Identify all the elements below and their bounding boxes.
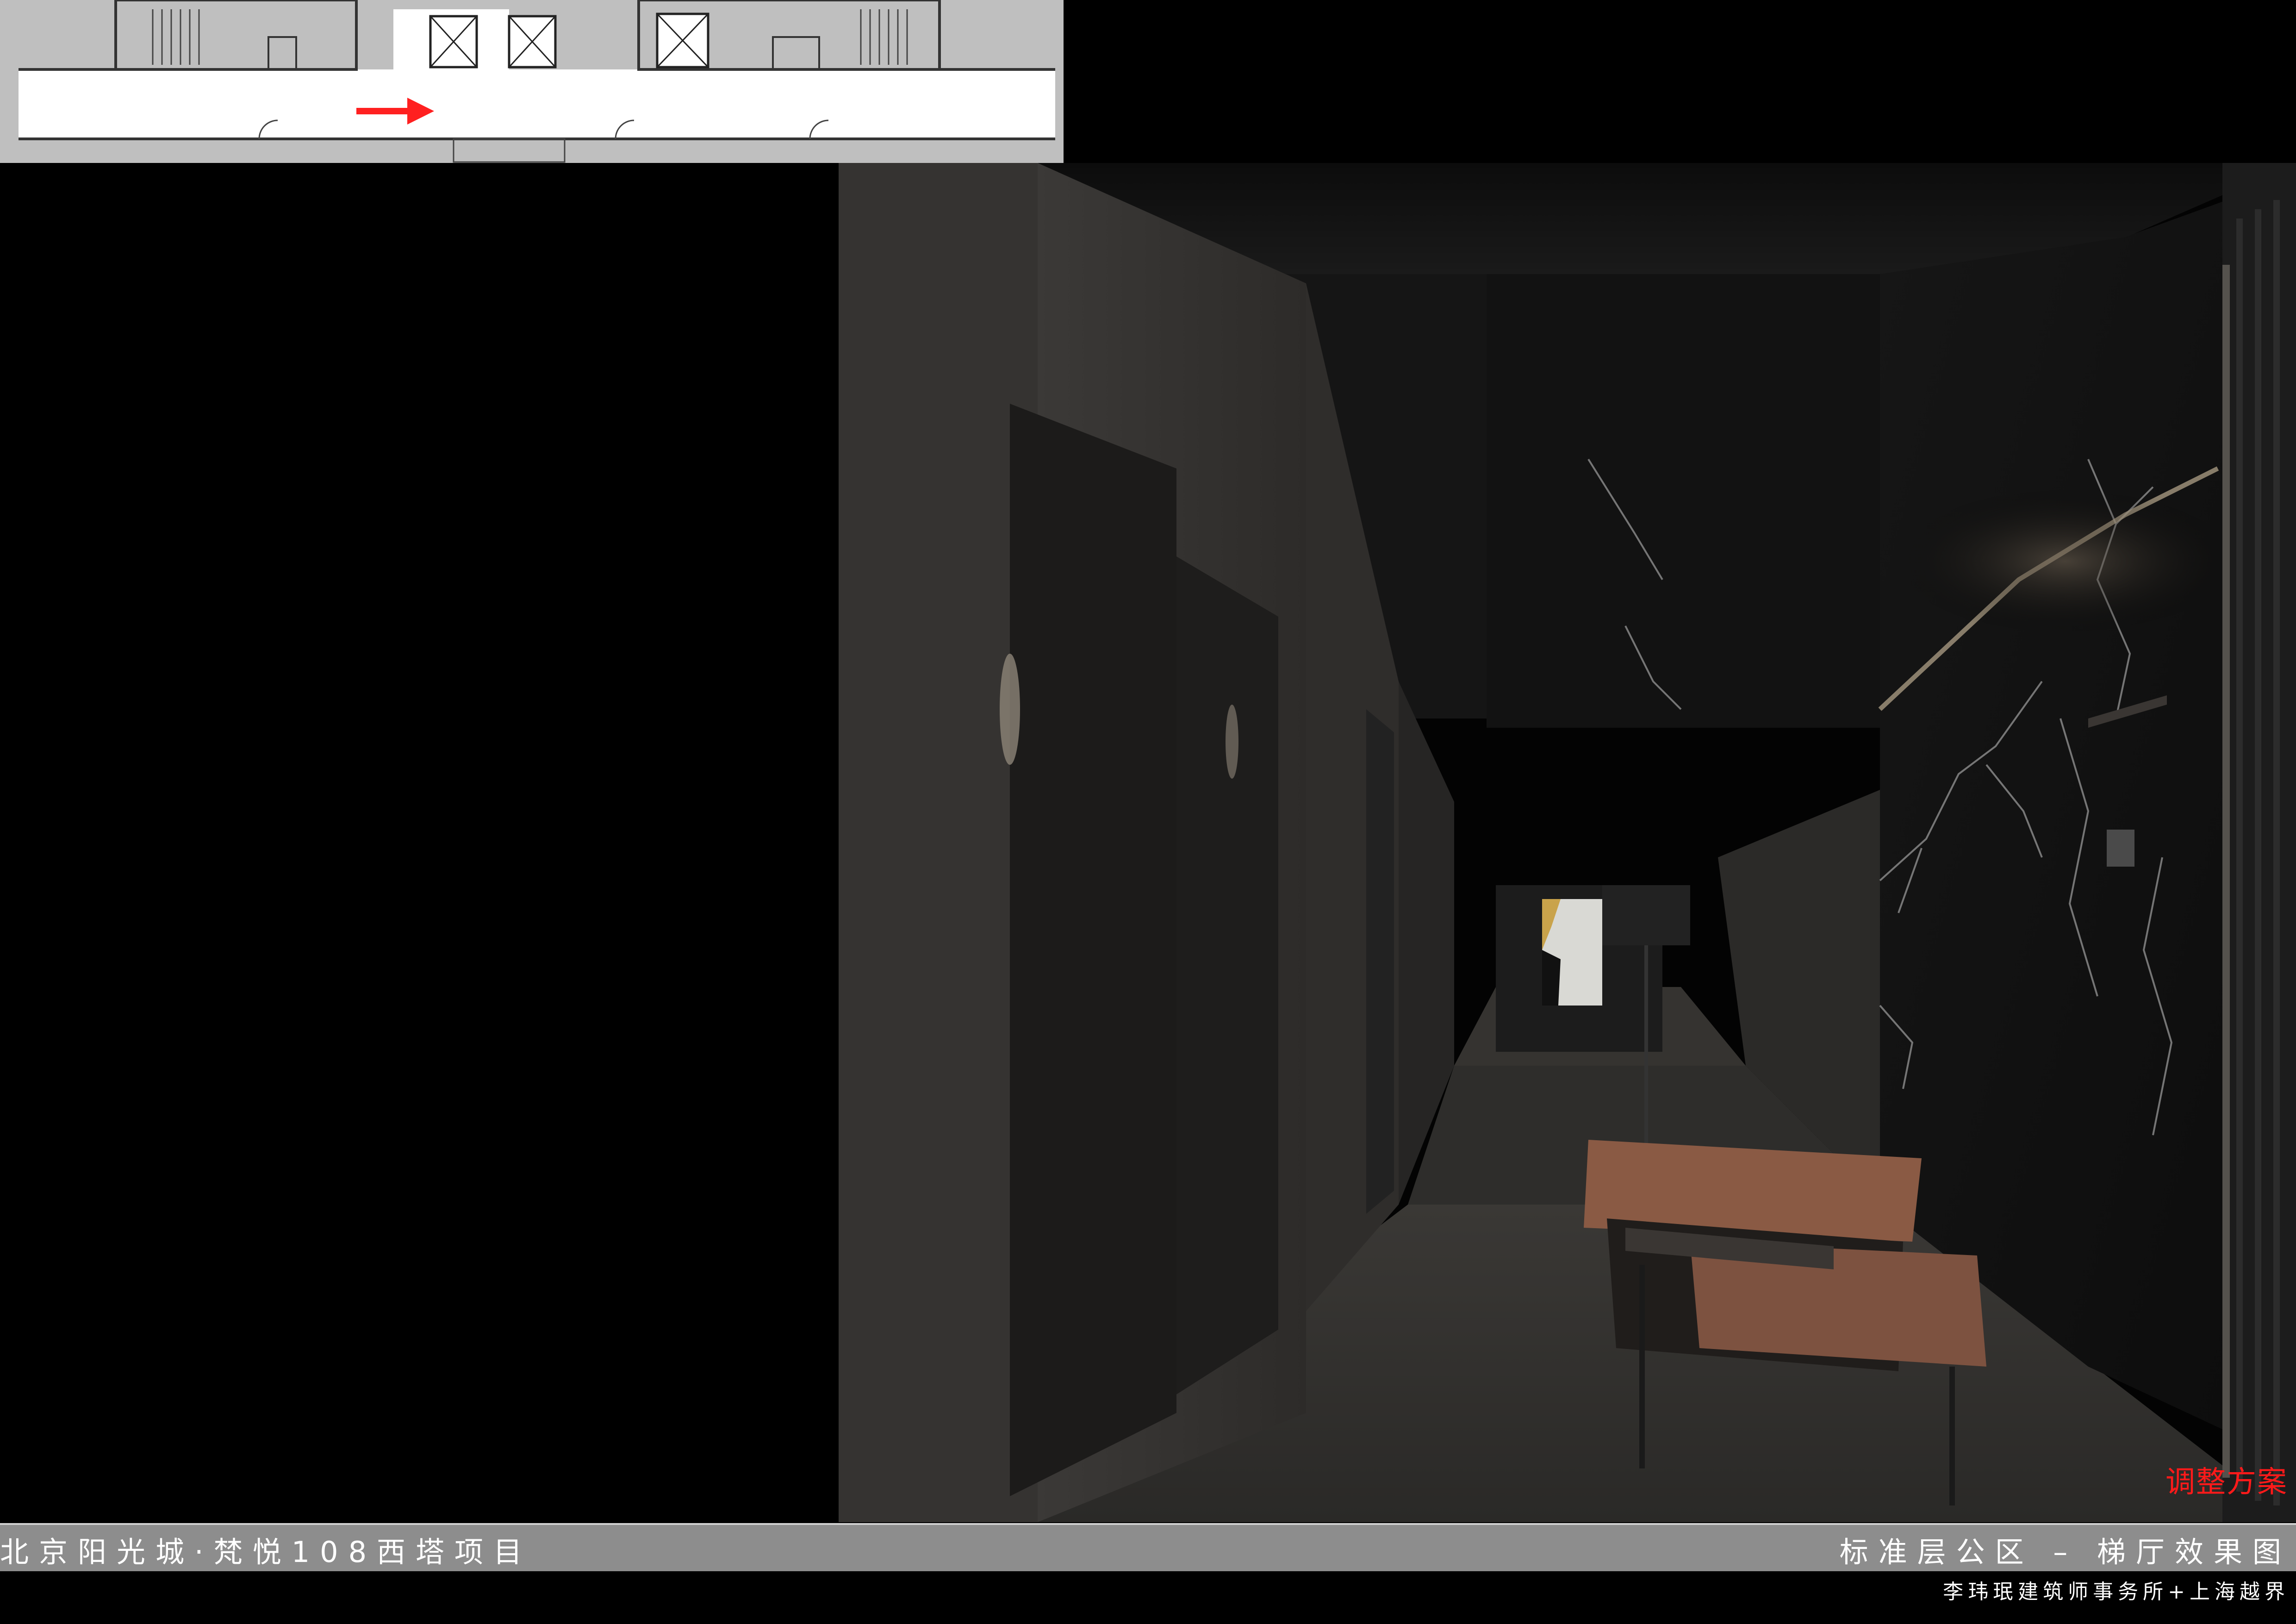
project-title: 北京阳光城·梵悦108西塔项目 (0, 1535, 533, 1569)
plan-view-direction-arrow-icon (356, 98, 434, 125)
adjustment-note: 调整方案 (2165, 1465, 2288, 1499)
lobby-perspective-image (839, 163, 2296, 1522)
floor-plan-drawing (0, 0, 1064, 163)
sheet-title: 标准层公区 – 梯厅效果图 (1839, 1535, 2291, 1569)
firm-name: 李玮珉建筑师事务所+上海越界 (1943, 1580, 2290, 1604)
floor-plan-key (0, 0, 1064, 163)
elevator-lobby-rendering (839, 163, 2296, 1522)
title-bar: 北京阳光城·梵悦108西塔项目 标准层公区 – 梯厅效果图 (0, 1523, 2296, 1571)
